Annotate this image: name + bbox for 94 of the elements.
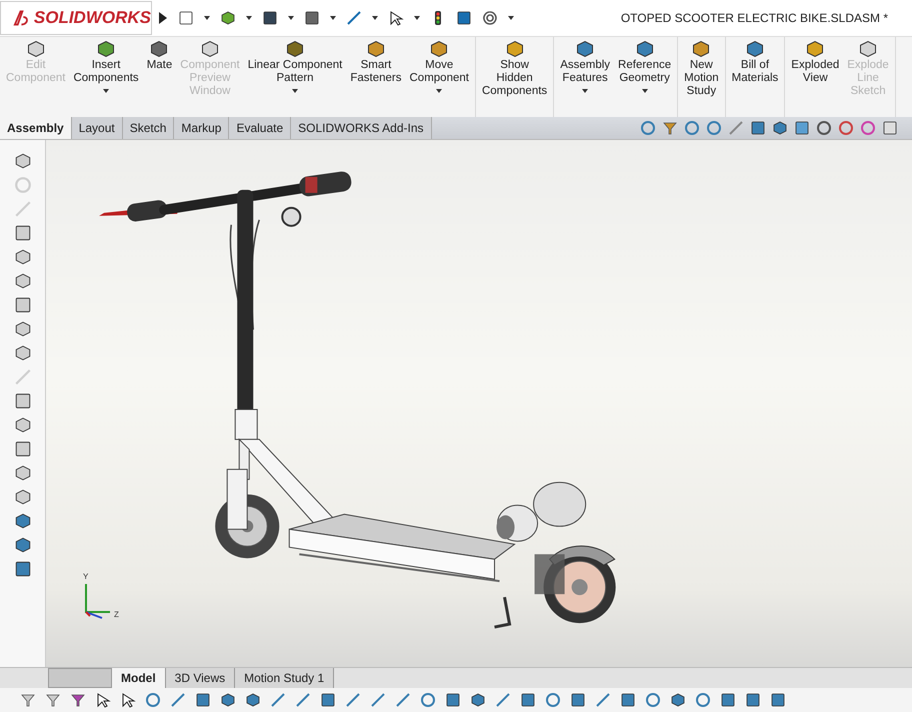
model-tab[interactable]: 3D Views	[166, 668, 236, 688]
caret-icon[interactable]	[292, 89, 298, 93]
caret-icon[interactable]	[508, 16, 514, 20]
line-icon[interactable]	[345, 692, 361, 708]
pointer-icon[interactable]	[95, 692, 111, 708]
circle-icon[interactable]	[838, 120, 854, 136]
document-title: OTOPED SCOOTER ELECTRIC BIKE.SLDASM *	[620, 11, 888, 25]
ribbon-button[interactable]: Reference Geometry	[614, 37, 676, 117]
app-name: SOLIDWORKS	[34, 8, 151, 28]
command-tab[interactable]: SOLIDWORKS Add-Ins	[291, 117, 432, 139]
circle-icon[interactable]	[816, 120, 832, 136]
ribbon-button[interactable]: Bill of Materials	[728, 37, 782, 117]
caret-icon[interactable]	[330, 16, 336, 20]
pointer-icon[interactable]	[120, 692, 136, 708]
line-icon[interactable]	[270, 692, 286, 708]
pointer-icon[interactable]	[388, 10, 404, 26]
line-icon[interactable]	[395, 692, 411, 708]
box-icon[interactable]	[691, 39, 712, 59]
caret-icon[interactable]	[103, 89, 110, 93]
line-icon[interactable]	[495, 692, 511, 708]
command-tab[interactable]: Layout	[72, 117, 123, 139]
caret-icon[interactable]	[372, 16, 378, 20]
command-tab[interactable]: Evaluate	[229, 117, 292, 139]
box-icon[interactable]	[220, 692, 236, 708]
ribbon-button[interactable]: Move Component	[406, 37, 473, 117]
box-icon[interactable]	[14, 272, 32, 290]
box-icon[interactable]	[14, 416, 32, 434]
caret-icon[interactable]	[204, 16, 210, 20]
circle-icon[interactable]	[684, 120, 700, 136]
box-icon[interactable]	[96, 39, 116, 59]
box-icon[interactable]	[14, 248, 32, 266]
line-icon[interactable]	[595, 692, 611, 708]
box-icon[interactable]	[245, 692, 261, 708]
box-icon[interactable]	[14, 464, 32, 482]
line-icon[interactable]	[170, 692, 186, 708]
box-icon[interactable]	[14, 536, 32, 554]
box-icon[interactable]	[772, 120, 788, 136]
circle-icon[interactable]	[695, 692, 711, 708]
box-icon[interactable]	[504, 39, 525, 59]
line-icon[interactable]	[370, 692, 386, 708]
caret-icon[interactable]	[414, 16, 420, 20]
ribbon-button[interactable]: Assembly Features	[556, 37, 614, 117]
box-icon[interactable]	[14, 320, 32, 338]
box-icon[interactable]	[366, 39, 386, 59]
box-icon[interactable]	[14, 488, 32, 506]
caret-icon[interactable]	[436, 89, 442, 93]
ribbon-button[interactable]: New Motion Study	[680, 37, 723, 117]
axis-label: Z	[114, 610, 119, 619]
filter-icon[interactable]	[45, 692, 61, 708]
filter-icon[interactable]	[20, 692, 36, 708]
box-icon[interactable]	[575, 39, 596, 59]
model-tab[interactable]: Model	[112, 668, 166, 688]
box-icon[interactable]	[805, 39, 826, 59]
ribbon-button[interactable]: Smart Fasteners	[346, 37, 406, 117]
box-icon[interactable]	[220, 10, 236, 26]
model-tab[interactable]: Motion Study 1	[235, 668, 334, 688]
command-tab[interactable]: Assembly	[0, 117, 72, 139]
axis-label: Y	[83, 572, 88, 581]
circle-icon[interactable]	[706, 120, 722, 136]
box-icon[interactable]	[14, 152, 32, 170]
graphics-area[interactable]: Y Z	[46, 140, 912, 667]
box-icon[interactable]	[149, 39, 170, 59]
circle-icon[interactable]	[640, 120, 656, 136]
circle-icon[interactable]	[145, 692, 161, 708]
expand-arrow-icon[interactable]	[158, 11, 168, 25]
ribbon-button[interactable]: Exploded View	[787, 37, 844, 117]
ribbon-button[interactable]: Linear Component Pattern	[244, 37, 346, 117]
caret-icon[interactable]	[582, 89, 588, 93]
box-icon[interactable]	[14, 512, 32, 530]
box-icon[interactable]	[14, 344, 32, 362]
circle-icon[interactable]	[420, 692, 436, 708]
box-icon[interactable]	[470, 692, 486, 708]
circle-icon[interactable]	[860, 120, 876, 136]
command-tab[interactable]: Sketch	[122, 117, 174, 139]
box-icon[interactable]	[670, 692, 686, 708]
ribbon-button[interactable]: Show Hidden Components	[478, 37, 552, 117]
app-logo[interactable]: SOLIDWORKS	[0, 1, 152, 35]
caret-icon[interactable]	[642, 89, 648, 93]
ribbon-button[interactable]: Insert Components	[69, 37, 143, 117]
box-icon[interactable]	[744, 39, 765, 59]
command-tab[interactable]: Markup	[174, 117, 230, 139]
box-icon[interactable]	[429, 39, 450, 59]
box-icon[interactable]	[634, 39, 655, 59]
caret-icon[interactable]	[288, 16, 294, 20]
logo-mark-icon	[13, 9, 30, 27]
caret-icon[interactable]	[246, 16, 252, 20]
filter-icon[interactable]	[70, 692, 86, 708]
box-icon[interactable]	[285, 39, 306, 59]
line-icon[interactable]	[295, 692, 311, 708]
circle-icon[interactable]	[545, 692, 561, 708]
ribbon-button[interactable]: Mate	[142, 37, 176, 117]
line-icon[interactable]	[346, 10, 362, 26]
filter-icon[interactable]	[662, 120, 678, 136]
circle-icon[interactable]	[645, 692, 661, 708]
